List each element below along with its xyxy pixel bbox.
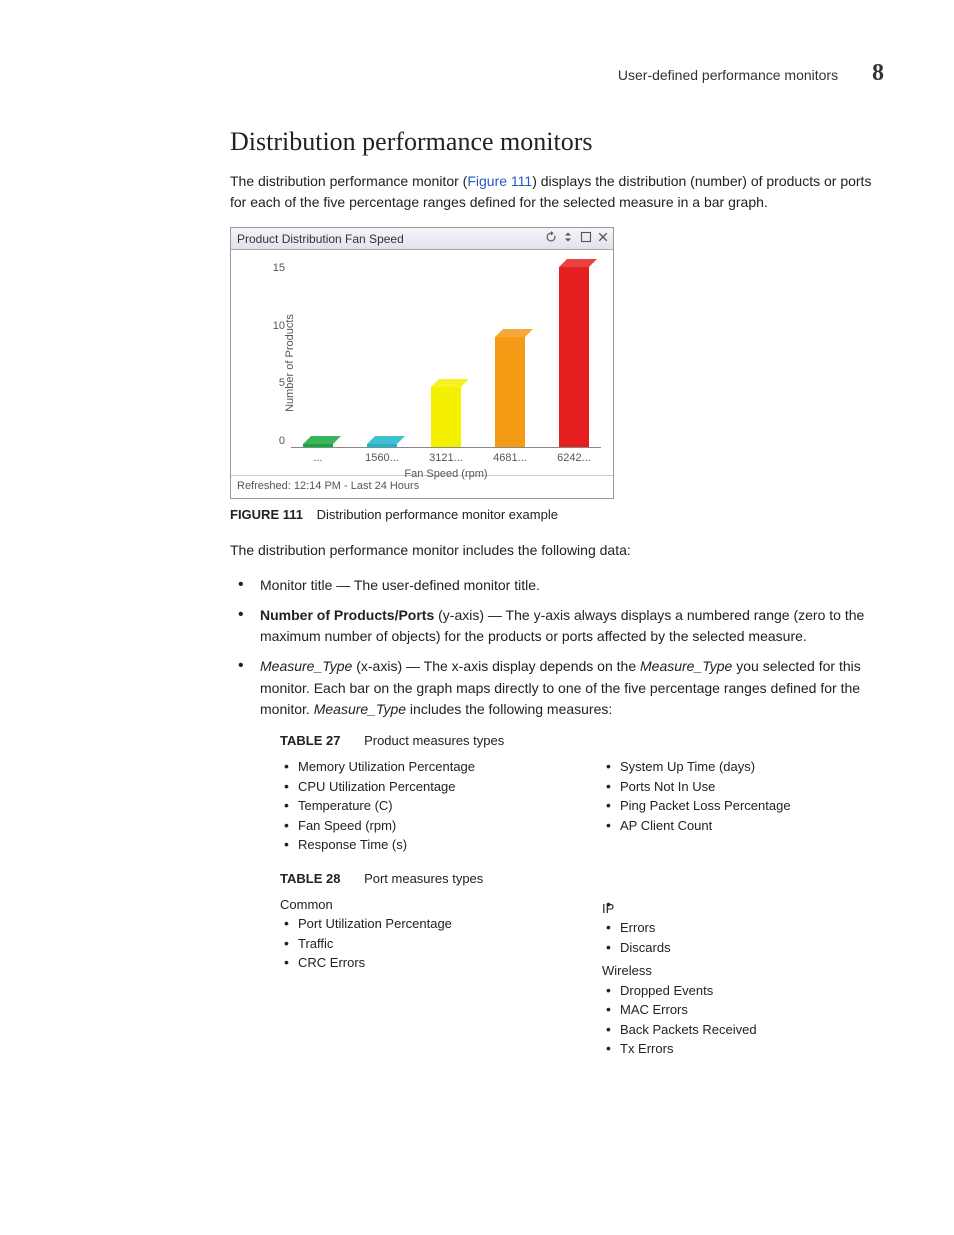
chart-x-ticks: ... 1560... 3121... 4681... 6242... [291,448,601,464]
table28-content: Common Port Utilization PercentageTraffi… [280,895,884,1063]
measure-item: Discards [620,938,884,958]
page-header: User-defined performance monitors 8 [70,60,884,87]
bullet-text: includes the following measures: [406,701,612,717]
widget-title: Product Distribution Fan Speed [237,232,404,246]
refresh-icon[interactable] [545,231,557,243]
table28-col1: Common Port Utilization PercentageTraffi… [280,895,562,1063]
subhead-ip: IP [602,899,884,919]
measure-item: Tx Errors [620,1039,884,1059]
measure-item: CRC Errors [298,953,562,973]
bullet-italic: Measure_Type [640,658,732,674]
y-tick: 5 [265,377,285,389]
measure-item: MAC Errors [620,1000,884,1020]
chart-bar [483,337,537,447]
measure-item: Response Time (s) [298,835,562,855]
header-section-title: User-defined performance monitors [618,67,838,83]
x-tick: 1560... [355,452,409,464]
intro-before: The distribution performance monitor ( [230,173,467,189]
data-items-list: Monitor title — The user-defined monitor… [230,575,884,1063]
chart-y-ticks: 15 10 5 0 [265,262,285,447]
table28-col2: IP ErrorsDiscards Wireless Dropped Event… [602,895,884,1063]
distribution-chart-widget: Product Distribution Fan Speed Number of… [230,227,614,499]
subhead-common: Common [280,895,562,915]
table-label: TABLE 27 [280,733,340,748]
subhead-wireless: Wireless [602,961,884,981]
content: Distribution performance monitors The di… [230,127,884,1063]
figure-caption: FIGURE 111 Distribution performance moni… [230,507,884,522]
x-tick: ... [291,452,345,464]
measure-item: Dropped Events [620,981,884,1001]
table27-col1: Memory Utilization PercentageCPU Utiliza… [280,757,562,859]
x-tick: 6242... [547,452,601,464]
figure-caption-text: Distribution performance monitor example [317,507,558,522]
table28-title: TABLE 28 Port measures types [280,869,884,889]
table-name: Port measures types [364,871,483,886]
chart-bars [291,262,601,448]
measure-item: Ports Not In Use [620,777,884,797]
y-tick: 0 [265,435,285,447]
chart-area: Number of Products 15 10 5 0 ...1560...3… [231,250,613,475]
list-item: Number of Products/Ports (y-axis) — The … [260,605,884,648]
measure-item: CPU Utilization Percentage [298,777,562,797]
measure-item: Back Packets Received [620,1020,884,1040]
bullet-text: (x-axis) — The x-axis display depends on… [352,658,640,674]
bullet-text: Monitor title — The user-defined monitor… [260,577,540,593]
intro-paragraph: The distribution performance monitor (Fi… [230,171,884,213]
figure-caption-label: FIGURE 111 [230,507,303,522]
measure-item: Fan Speed (rpm) [298,816,562,836]
bullet-bold: Number of Products/Ports [260,607,434,623]
x-tick: 3121... [419,452,473,464]
measure-item: Traffic [298,934,562,954]
table27-title: TABLE 27 Product measures types [280,731,884,751]
table-label: TABLE 28 [280,871,340,886]
page: User-defined performance monitors 8 Dist… [0,0,954,1235]
chart-bar [355,444,409,447]
y-tick: 10 [265,320,285,332]
maximize-icon[interactable] [580,231,592,243]
page-number: 8 [872,60,884,87]
chart-bar [547,267,601,447]
y-tick: 15 [265,262,285,274]
page-title: Distribution performance monitors [230,127,884,157]
widget-icons [543,231,609,246]
table-name: Product measures types [364,733,504,748]
close-icon[interactable] [597,231,609,243]
chart-x-axis-label: Fan Speed (rpm) [291,464,601,480]
chart-bar [419,387,473,447]
table27-col2: System Up Time (days)Ports Not In UsePin… [602,757,884,859]
measure-item: Port Utilization Percentage [298,914,562,934]
bullet-italic: Measure_Type [260,658,352,674]
measure-item: Temperature (C) [298,796,562,816]
chart-bar [291,444,345,447]
widget-titlebar: Product Distribution Fan Speed [231,228,613,250]
measure-item: System Up Time (days) [620,757,884,777]
expand-icon[interactable] [562,231,574,243]
list-item: Measure_Type (x-axis) — The x-axis displ… [260,656,884,1063]
list-item: Monitor title — The user-defined monitor… [260,575,884,597]
measure-item: AP Client Count [620,816,884,836]
x-tick: 4681... [483,452,537,464]
measure-item: Memory Utilization Percentage [298,757,562,777]
followup-paragraph: The distribution performance monitor inc… [230,540,884,561]
measure-item: Ping Packet Loss Percentage [620,796,884,816]
bullet-italic: Measure_Type [314,701,406,717]
table27-content: Memory Utilization PercentageCPU Utiliza… [280,757,884,859]
measure-item: Errors [620,918,884,938]
figure-link[interactable]: Figure 111 [467,173,532,189]
